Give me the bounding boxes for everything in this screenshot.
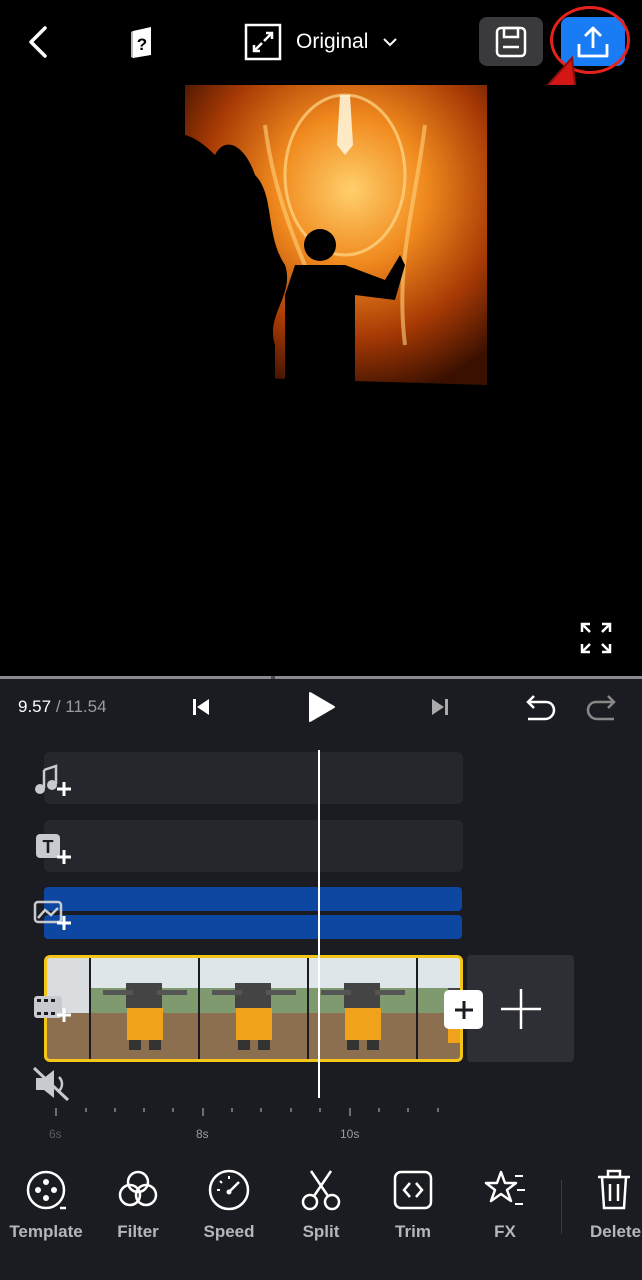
- filter-icon: [118, 1170, 158, 1207]
- back-button[interactable]: [20, 22, 56, 62]
- fullscreen-icon: [580, 622, 612, 654]
- plus-icon: [500, 988, 541, 1029]
- time-display: 9.57 / 11.54: [18, 697, 107, 716]
- overlay-clip-bar[interactable]: [44, 887, 462, 911]
- fullscreen-button[interactable]: [576, 618, 616, 658]
- ruler-label: 6s: [49, 1127, 62, 1141]
- video-preview[interactable]: [0, 85, 642, 675]
- tool-fx[interactable]: FX: [459, 1168, 551, 1242]
- add-transition-button[interactable]: [444, 990, 483, 1029]
- mute-button[interactable]: [30, 1064, 74, 1104]
- scissors-icon: [301, 1170, 341, 1211]
- music-add-icon: [35, 764, 71, 796]
- ruler-label: 8s: [196, 1127, 209, 1141]
- help-book-icon: ?: [131, 27, 151, 58]
- preview-frame-image: [155, 85, 487, 385]
- star-icon: [484, 1170, 525, 1205]
- skip-end-button[interactable]: [425, 692, 455, 722]
- svg-text:T: T: [43, 837, 54, 857]
- add-overlay-button[interactable]: [30, 896, 74, 936]
- speed-icon: [208, 1169, 250, 1211]
- undo-icon: [526, 695, 556, 721]
- ruler-label: 10s: [340, 1127, 360, 1141]
- add-text-button[interactable]: T: [30, 830, 74, 870]
- add-clip-track-button[interactable]: [30, 988, 74, 1028]
- skip-start-icon: [193, 699, 209, 715]
- trim-icon: [393, 1170, 433, 1210]
- toolbar-divider: [561, 1180, 562, 1234]
- clip-thumbnail: [91, 958, 200, 1059]
- aspect-ratio-label: Original: [296, 30, 369, 53]
- help-button[interactable]: ?: [122, 22, 162, 62]
- play-icon: [309, 692, 335, 722]
- playback-progress[interactable]: [0, 676, 642, 679]
- undo-button[interactable]: [518, 690, 560, 726]
- tool-split[interactable]: Split: [275, 1168, 367, 1242]
- skip-end-icon: [432, 699, 448, 715]
- total-time: 11.54: [65, 697, 107, 716]
- expand-ratio-icon: [244, 23, 282, 61]
- aspect-ratio-selector[interactable]: Original: [244, 22, 398, 62]
- tool-filter[interactable]: Filter: [92, 1168, 184, 1242]
- template-icon: [26, 1170, 66, 1210]
- tool-trim[interactable]: Trim: [367, 1168, 459, 1242]
- chevron-down-icon: [383, 38, 398, 47]
- redo-button[interactable]: [582, 690, 624, 726]
- video-clip-strip[interactable]: [44, 955, 463, 1062]
- overlay-clip-bar[interactable]: [44, 915, 462, 939]
- audio-track[interactable]: [44, 752, 463, 804]
- skip-start-button[interactable]: [186, 692, 216, 722]
- add-clip-button[interactable]: [467, 955, 574, 1062]
- tool-template[interactable]: Template: [0, 1168, 92, 1242]
- play-button[interactable]: [300, 686, 342, 728]
- current-time: 9.57: [18, 697, 52, 716]
- tool-speed[interactable]: Speed: [183, 1168, 275, 1242]
- tool-delete[interactable]: Delete: [570, 1168, 642, 1242]
- image-add-icon: [33, 900, 71, 930]
- back-arrow-icon: [29, 26, 47, 58]
- text-add-icon: T: [36, 834, 71, 864]
- time-ruler: [55, 1108, 439, 1116]
- text-track[interactable]: [44, 820, 463, 872]
- clip-thumbnail: [200, 958, 309, 1059]
- redo-icon: [586, 695, 616, 721]
- plus-icon: [454, 1000, 473, 1019]
- mute-icon: [32, 1066, 70, 1102]
- svg-text:?: ?: [137, 35, 147, 54]
- playhead[interactable]: [318, 750, 320, 1098]
- trash-icon: [598, 1169, 630, 1210]
- clip-thumbnail: [309, 958, 418, 1059]
- add-music-button[interactable]: [30, 762, 74, 802]
- video-add-icon: [34, 996, 71, 1022]
